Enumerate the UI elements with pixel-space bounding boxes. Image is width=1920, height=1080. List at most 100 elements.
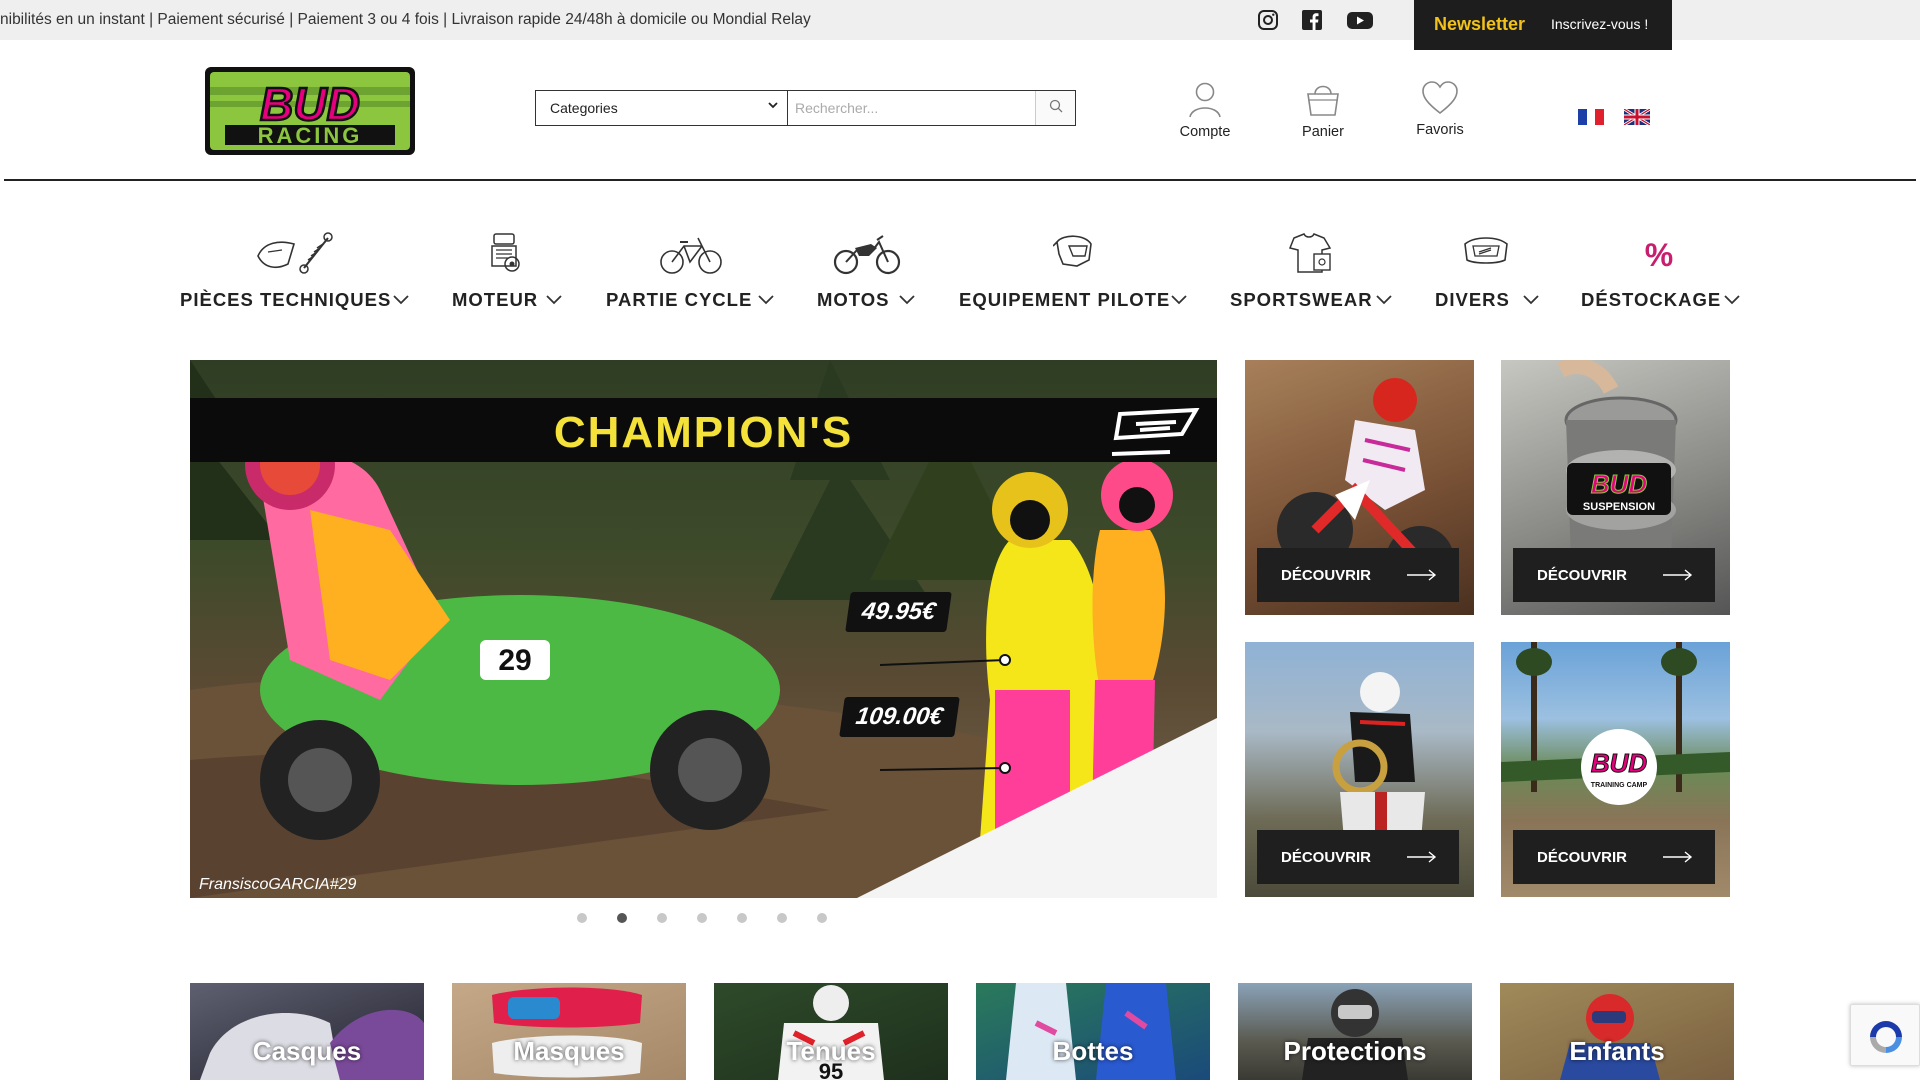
promo-tile-rider[interactable]: DÉCOUVRIR <box>1245 360 1474 615</box>
category-card-casques[interactable]: Casques <box>190 983 424 1080</box>
discover-button-label: DÉCOUVRIR <box>1281 566 1372 584</box>
helmet-icon <box>1052 230 1095 278</box>
discover-button-label: DÉCOUVRIR <box>1281 848 1372 866</box>
discover-button[interactable]: DÉCOUVRIR <box>1257 830 1459 884</box>
hero-corner-shape <box>857 718 1217 898</box>
chevron-down-icon <box>546 292 562 310</box>
hero-banner: CHAMPION'S <box>190 398 1217 462</box>
category-name: Enfants <box>1569 1036 1665 1066</box>
discover-button-label: DÉCOUVRIR <box>1537 848 1628 866</box>
search-bar: Categories <box>535 90 1076 126</box>
category-name: Masques <box>513 1036 625 1066</box>
chevron-down-icon <box>393 292 409 310</box>
header-divider <box>4 179 1916 181</box>
newsletter-subtitle: Inscrivez-vous ! <box>1551 16 1649 32</box>
svg-text:%: % <box>1645 238 1673 272</box>
nav-item-label: MOTEUR <box>452 289 539 310</box>
recaptcha-badge[interactable] <box>1850 1004 1920 1066</box>
category-select-value: Categories <box>550 100 618 116</box>
category-select[interactable]: Categories <box>536 91 788 125</box>
suspension-parts-icon <box>254 230 336 278</box>
category-card-tenues[interactable]: 95 Tenues <box>714 983 948 1080</box>
cart-label: Panier <box>1302 124 1344 140</box>
motorcycle-icon <box>833 230 901 278</box>
nav-item-label: SPORTSWEAR <box>1230 289 1373 310</box>
promo-tile-training-camp[interactable]: BUD TRAINING CAMP DÉCOUVRIR <box>1501 642 1730 897</box>
discover-button[interactable]: DÉCOUVRIR <box>1513 830 1715 884</box>
category-card-enfants[interactable]: Enfants <box>1500 983 1734 1080</box>
category-card-protections[interactable]: Protections <box>1238 983 1472 1080</box>
bicycle-icon <box>658 230 724 278</box>
account-label: Compte <box>1179 124 1231 140</box>
nav-item-label: PIÈCES TECHNIQUES <box>180 289 392 310</box>
chevron-down-icon <box>1724 292 1740 310</box>
category-card-bottes[interactable]: Bottes <box>976 983 1210 1080</box>
discover-button[interactable]: DÉCOUVRIR <box>1257 548 1459 602</box>
slider-dot-active[interactable] <box>617 913 627 923</box>
price-tag-pants: 109.00€ <box>839 697 960 737</box>
logo-racing-text: RACING <box>258 123 363 148</box>
slider-dot[interactable] <box>577 913 587 923</box>
chevron-down-icon <box>1523 292 1539 310</box>
arrow-right-icon <box>1407 568 1437 585</box>
slider-dot[interactable] <box>657 913 667 923</box>
search-input[interactable] <box>789 91 1035 125</box>
user-icon <box>1160 80 1250 118</box>
category-card-masques[interactable]: Masques <box>452 983 686 1080</box>
facebook-icon[interactable] <box>1300 8 1324 32</box>
bud-racing-logo[interactable]: BUD RACING <box>205 67 415 155</box>
photo-credit: FransiscoGARCIA#29 <box>199 876 357 893</box>
chevron-down-icon <box>899 292 915 310</box>
category-name: Casques <box>252 1036 362 1066</box>
account-link[interactable]: Compte <box>1160 80 1250 140</box>
basket-icon <box>1278 80 1368 118</box>
nav-item-pieces-techniques[interactable]: PIÈCES TECHNIQUES <box>180 230 410 320</box>
nav-item-destockage[interactable]: % DÉSTOCKAGE <box>1581 230 1741 320</box>
newsletter-button[interactable]: Newsletter Inscrivez-vous ! <box>1414 0 1672 50</box>
category-name: Tenues <box>786 1036 876 1066</box>
nav-item-label: PARTIE CYCLE <box>606 289 753 310</box>
svg-text:BUD: BUD <box>1591 469 1648 499</box>
price-tag-jersey: 49.95€ <box>845 592 953 632</box>
promo-tile-enduro[interactable]: DÉCOUVRIR <box>1245 642 1474 897</box>
nav-item-equipement-pilote[interactable]: EQUIPEMENT PILOTE <box>959 230 1189 320</box>
nav-item-sportswear[interactable]: SPORTSWEAR <box>1230 230 1395 320</box>
flag-en-icon[interactable] <box>1623 107 1651 127</box>
slider-dot[interactable] <box>777 913 787 923</box>
instagram-icon[interactable] <box>1256 8 1280 32</box>
nav-item-divers[interactable]: DIVERS <box>1435 230 1540 320</box>
training-camp-badge-text: TRAINING CAMP <box>1591 782 1648 789</box>
nav-item-motos[interactable]: MOTOS <box>817 230 927 320</box>
favorites-link[interactable]: Favoris <box>1395 80 1485 138</box>
category-name: Bottes <box>1052 1036 1134 1066</box>
chevron-down-icon <box>1171 292 1187 310</box>
chevron-down-icon <box>758 292 774 310</box>
nav-item-label: DÉSTOCKAGE <box>1581 289 1722 310</box>
info-ticker: nibilités en un instant | Paiement sécur… <box>0 11 811 28</box>
chevron-down-icon <box>767 99 779 114</box>
promo-tile-suspension[interactable]: BUD SUSPENSION DÉCOUVRIR <box>1501 360 1730 615</box>
search-button[interactable] <box>1035 91 1075 125</box>
slider-dot[interactable] <box>697 913 707 923</box>
slider-dot[interactable] <box>817 913 827 923</box>
hero-slide[interactable]: 29 CHAMPION'S 49.95€ 109.00€ FransiscoGA… <box>190 360 1217 898</box>
engine-icon <box>486 230 528 278</box>
search-icon <box>1049 99 1063 118</box>
suspension-badge-text: SUSPENSION <box>1583 501 1655 513</box>
chevron-down-icon <box>1376 292 1392 310</box>
nav-item-partie-cycle[interactable]: PARTIE CYCLE <box>606 230 781 320</box>
favorites-label: Favoris <box>1416 122 1464 138</box>
nav-item-moteur[interactable]: MOTEUR <box>452 230 577 320</box>
nav-item-label: EQUIPEMENT PILOTE <box>959 289 1171 310</box>
flag-fr-icon[interactable] <box>1578 109 1604 125</box>
youtube-icon[interactable] <box>1346 8 1374 32</box>
cart-link[interactable]: Panier <box>1278 80 1368 140</box>
slider-dot[interactable] <box>737 913 747 923</box>
newsletter-title: Newsletter <box>1434 14 1526 34</box>
arrow-right-icon <box>1663 568 1693 585</box>
arrow-right-icon <box>1407 850 1437 867</box>
nav-item-label: MOTOS <box>817 289 890 310</box>
nav-item-label: DIVERS <box>1435 289 1510 310</box>
brand-logo-icon <box>1110 407 1202 463</box>
discover-button[interactable]: DÉCOUVRIR <box>1513 548 1715 602</box>
